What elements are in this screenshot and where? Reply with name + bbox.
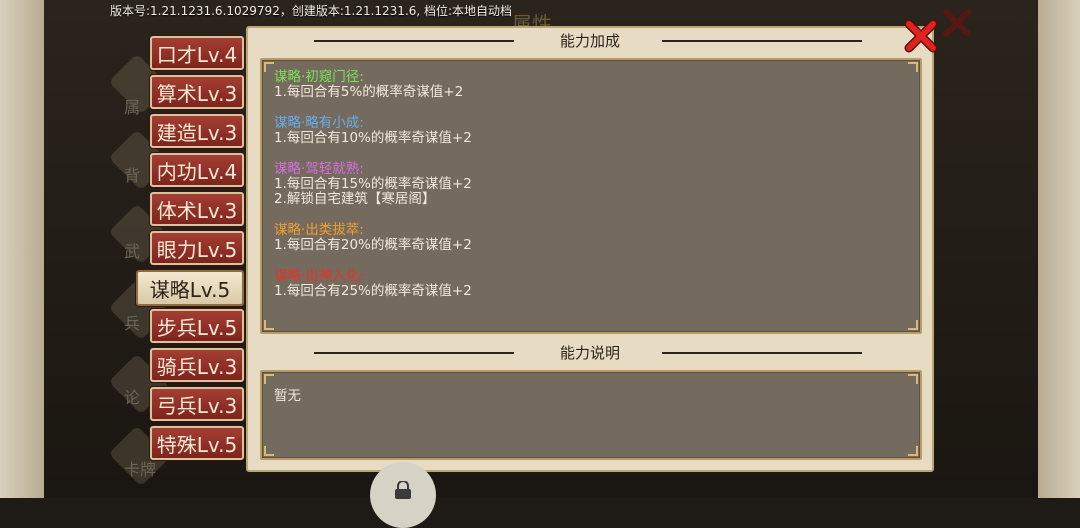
tab-eyesight[interactable]: 眼力Lv.5 (150, 231, 244, 265)
right-ornament (1038, 0, 1080, 498)
bonus-tier-line: 1.每回合有5%的概率奇谋值+2 (274, 84, 464, 100)
close-icon-shadow (940, 6, 974, 40)
ghost-label: 属 (124, 98, 141, 117)
desc-title: 能力说明 (559, 344, 621, 362)
bonus-tier-name: 谋略·略有小成: (274, 115, 364, 131)
desc-panel: 暂无 (260, 370, 922, 460)
bonus-tier-name: 谋略·出神入化: (274, 268, 364, 284)
ability-dialog: 能力加成 谋略·初窥门径: 1.每回合有5%的概率奇谋值+2 谋略·略有小成: … (246, 26, 934, 472)
bonus-tier-3: 谋略·驾轻就熟: 1.每回合有15%的概率奇谋值+2 2.解锁自宅建筑【寒居阁】 (274, 162, 472, 207)
bonus-tier-name: 谋略·出类拔萃: (274, 222, 364, 238)
ghost-label: 背 (124, 166, 141, 185)
desc-text: 暂无 (274, 388, 301, 404)
ghost-label: 论 (124, 388, 141, 407)
version-info: 版本号:1.21.1231.6.1029792，创建版本:1.21.1231.6… (110, 4, 513, 18)
bonus-tier-line: 1.每回合有20%的概率奇谋值+2 (274, 237, 472, 253)
bonus-panel: 谋略·初窥门径: 1.每回合有5%的概率奇谋值+2 谋略·略有小成: 1.每回合… (260, 58, 922, 334)
bonus-tier-4: 谋略·出类拔萃: 1.每回合有20%的概率奇谋值+2 (274, 223, 472, 253)
ghost-label: 兵 (124, 314, 141, 333)
bonus-title: 能力加成 (559, 32, 621, 50)
bonus-tier-name: 谋略·驾轻就熟: (274, 161, 364, 177)
left-ornament (0, 0, 44, 498)
bonus-tier-1: 谋略·初窥门径: 1.每回合有5%的概率奇谋值+2 (274, 70, 463, 100)
bonus-tier-name: 谋略·初窥门径: (274, 69, 364, 85)
ghost-label: 武 (124, 242, 141, 261)
bonus-tier-line: 1.每回合有15%的概率奇谋值+2 (274, 176, 472, 192)
tab-eloquence[interactable]: 口才Lv.4 (150, 36, 244, 70)
bonus-tier-line: 2.解锁自宅建筑【寒居阁】 (274, 191, 436, 207)
bonus-tier-2: 谋略·略有小成: 1.每回合有10%的概率奇谋值+2 (274, 116, 472, 146)
bonus-tier-line: 1.每回合有25%的概率奇谋值+2 (274, 283, 472, 299)
tab-cavalry[interactable]: 骑兵Lv.3 (150, 348, 244, 382)
tab-construction[interactable]: 建造Lv.3 (150, 114, 244, 148)
bonus-tier-line: 1.每回合有10%的概率奇谋值+2 (274, 130, 472, 146)
tab-body-art[interactable]: 体术Lv.3 (150, 192, 244, 226)
bonus-tier-5: 谋略·出神入化: 1.每回合有25%的概率奇谋值+2 (274, 269, 472, 299)
tab-strategy[interactable]: 谋略Lv.5 (136, 270, 244, 306)
tab-infantry[interactable]: 步兵Lv.5 (150, 309, 244, 343)
tab-archer[interactable]: 弓兵Lv.3 (150, 387, 244, 421)
tab-inner-force[interactable]: 内功Lv.4 (150, 153, 244, 187)
tab-special[interactable]: 特殊Lv.5 (150, 426, 244, 460)
close-icon[interactable] (903, 18, 939, 54)
bonus-header: 能力加成 (248, 28, 932, 54)
tab-arithmetic[interactable]: 算术Lv.3 (150, 75, 244, 109)
desc-header: 能力说明 (248, 340, 932, 366)
lock-icon (392, 480, 414, 499)
